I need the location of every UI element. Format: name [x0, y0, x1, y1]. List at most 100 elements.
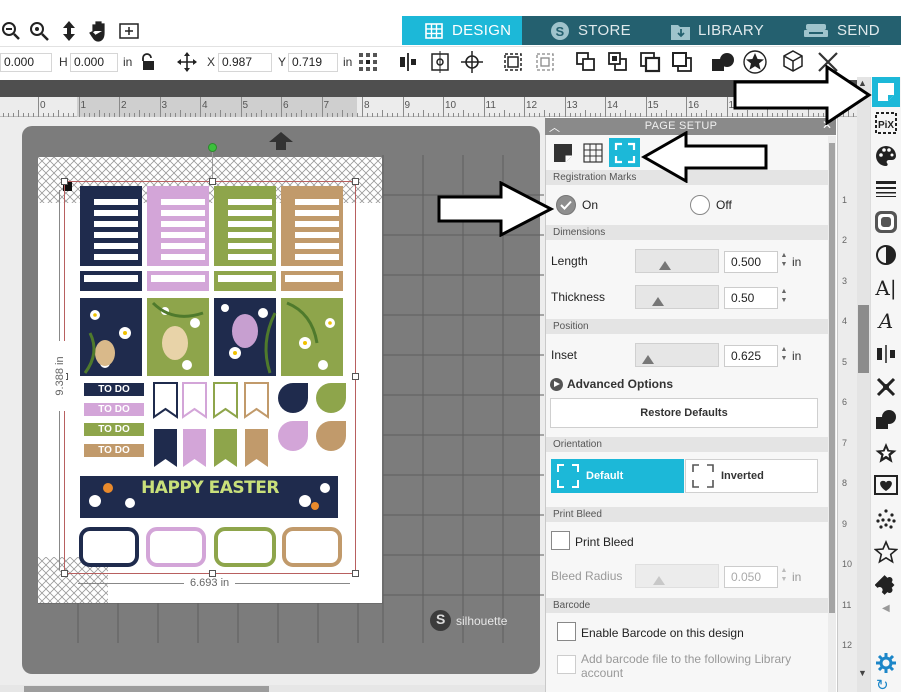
bleed-radius-slider[interactable]: [635, 564, 719, 588]
print-bleed-heading: Print Bleed: [546, 507, 828, 522]
ungroup-icon[interactable]: [533, 51, 557, 73]
x-position-field[interactable]: 0.987: [218, 53, 272, 72]
resize-handle-bl[interactable]: [61, 570, 68, 577]
advanced-options-toggle[interactable]: Advanced Options: [550, 377, 673, 391]
length-input[interactable]: 0.500: [724, 251, 778, 273]
center-target-icon[interactable]: [460, 51, 484, 73]
canvas-vertical-scrollbar[interactable]: [857, 77, 870, 692]
resize-handle-mr[interactable]: [352, 373, 359, 380]
tab-send[interactable]: SEND: [803, 16, 880, 45]
tab-registration-marks[interactable]: [609, 138, 640, 167]
anchor-grid-icon[interactable]: [357, 51, 379, 73]
tab-library[interactable]: LIBRARY: [670, 16, 764, 45]
refresh-icon[interactable]: ↻: [876, 676, 889, 692]
todo-label-2: TO DO: [98, 404, 130, 415]
ruler-tick: [594, 113, 596, 117]
replicate-tool[interactable]: [872, 372, 900, 402]
fit-page-icon[interactable]: [118, 20, 140, 42]
tab-grid-settings[interactable]: [580, 140, 605, 165]
checklist-tan: [281, 186, 343, 266]
rotate-handle[interactable]: [208, 143, 217, 152]
resize-handle-tl[interactable]: [61, 178, 68, 185]
tab-page-settings[interactable]: [550, 140, 575, 165]
thickness-input[interactable]: 0.50: [724, 287, 778, 309]
ruler-tick: [119, 97, 120, 117]
panel-scroll-thumb[interactable]: [829, 143, 835, 613]
move-cross-icon[interactable]: [176, 52, 198, 72]
puzzle-icon: [875, 575, 895, 595]
text-style-tool[interactable]: A|: [872, 273, 900, 303]
length-slider-thumb[interactable]: [659, 261, 671, 270]
ruler-tick: [301, 110, 303, 117]
puzzle-tool[interactable]: [872, 570, 900, 600]
canvas-vertical-scroll-thumb[interactable]: [858, 305, 869, 373]
scroll-down-arrow-icon[interactable]: ▼: [858, 668, 867, 678]
pixscan-tool[interactable]: PiX: [872, 108, 900, 138]
thickness-slider-thumb[interactable]: [652, 297, 664, 306]
sidebar-collapse-arrow-icon[interactable]: ◀: [882, 603, 890, 614]
page-setup-tool[interactable]: [872, 77, 900, 107]
horizontal-scroll-thumb[interactable]: [24, 686, 269, 692]
orientation-default-button[interactable]: Default: [551, 459, 684, 493]
enable-barcode-checkbox[interactable]: [557, 622, 576, 641]
line-style-tool[interactable]: [872, 174, 900, 204]
thickness-spinner-arrows[interactable]: ▲ ▼: [779, 287, 789, 305]
ruler-tick: [564, 97, 566, 117]
rhinestone-star-tool[interactable]: [872, 537, 900, 567]
radio-off[interactable]: [690, 195, 710, 215]
fill-color-tool[interactable]: [872, 141, 900, 171]
inset-slider[interactable]: [635, 343, 719, 367]
sketch-tool[interactable]: A: [872, 306, 900, 336]
restore-defaults-button[interactable]: Restore Defaults: [550, 398, 818, 428]
zoom-selection-icon[interactable]: [28, 20, 50, 42]
send-to-back-icon[interactable]: [670, 51, 694, 73]
send-backward-icon[interactable]: [606, 51, 630, 73]
add-barcode-checkbox[interactable]: [557, 655, 576, 674]
tab-design[interactable]: DESIGN: [402, 16, 522, 45]
resize-handle-br[interactable]: [352, 570, 359, 577]
resize-handle-tr[interactable]: [352, 178, 359, 185]
transparency-tool[interactable]: [872, 240, 900, 270]
inset-input[interactable]: 0.625: [724, 345, 778, 367]
height-field[interactable]: 0.000: [70, 53, 118, 72]
thickness-slider[interactable]: [635, 285, 719, 309]
point-edit-tool[interactable]: [872, 504, 900, 534]
text-a-icon: A|: [875, 276, 897, 300]
offset-star-tool[interactable]: [872, 438, 900, 468]
star-icon: [875, 443, 897, 463]
trace-tool[interactable]: [872, 471, 900, 501]
settings-tool[interactable]: [872, 648, 900, 678]
length-slider[interactable]: [635, 249, 719, 273]
bleed-radius-spinner-arrows[interactable]: ▲ ▼: [779, 566, 789, 584]
length-spinner-arrows[interactable]: ▲ ▼: [779, 251, 789, 269]
modify-tool[interactable]: [872, 405, 900, 435]
zoom-out-icon[interactable]: [0, 20, 22, 42]
bring-forward-icon[interactable]: [574, 51, 598, 73]
registration-corners-icon: [614, 142, 635, 163]
bleed-radius-thumb[interactable]: [653, 576, 665, 585]
bring-to-front-icon[interactable]: [638, 51, 662, 73]
bleed-radius-input[interactable]: 0.050: [724, 566, 778, 588]
lock-aspect-icon[interactable]: [138, 52, 158, 72]
radio-on[interactable]: [556, 195, 576, 215]
print-bleed-checkbox[interactable]: [551, 531, 570, 550]
center-page-icon[interactable]: [428, 51, 452, 73]
offset-tool[interactable]: [872, 207, 900, 237]
y-label: Y: [278, 55, 287, 69]
inset-spinner-arrows[interactable]: ▲ ▼: [779, 345, 789, 363]
align-tool[interactable]: [872, 339, 900, 369]
group-icon[interactable]: [501, 51, 525, 73]
replicate-icon: [876, 377, 896, 397]
ruler-number: 9: [404, 100, 411, 111]
inset-slider-thumb[interactable]: [641, 355, 654, 364]
ruler-number: 8: [364, 100, 370, 111]
tab-store[interactable]: S STORE: [550, 16, 631, 45]
align-bars-icon: [877, 345, 895, 363]
happy-easter-banner-text: HAPPY EASTER: [141, 478, 279, 498]
pan-hand-icon[interactable]: [88, 20, 110, 42]
align-icon[interactable]: [396, 51, 420, 73]
y-position-field[interactable]: 0.719: [288, 53, 338, 72]
orientation-inverted-button[interactable]: Inverted: [685, 459, 818, 493]
width-field[interactable]: 0.000: [0, 53, 52, 72]
move-arrows-icon[interactable]: [58, 20, 80, 42]
